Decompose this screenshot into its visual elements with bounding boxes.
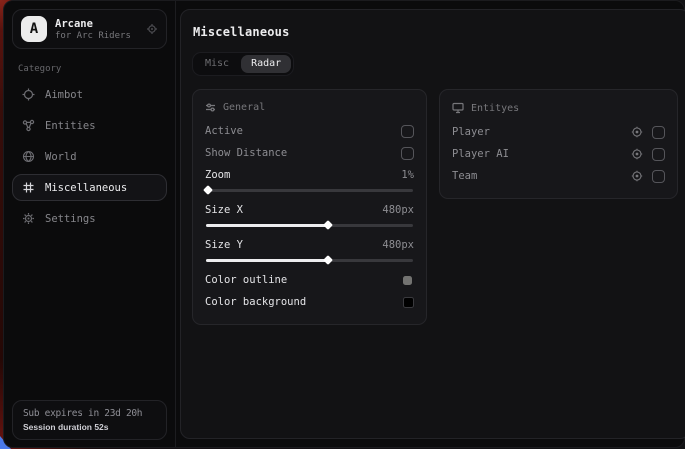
player-ai-label: Player AI [452, 148, 509, 160]
tab-misc[interactable]: Misc [195, 55, 239, 73]
entities-card: Entityes Player [439, 89, 678, 199]
player-gear-icon[interactable] [631, 126, 643, 138]
size-x-value: 480px [382, 204, 414, 216]
main-area: Miscellaneous Misc Radar Gene [176, 1, 685, 447]
card-title: General [223, 102, 265, 113]
monitor-icon [452, 102, 464, 114]
player-row: Player [452, 121, 665, 143]
size-y-slider-thumb[interactable] [323, 255, 333, 265]
size-y-slider[interactable] [206, 256, 413, 265]
color-background-row: Color background [205, 291, 414, 313]
sidebar: A Arcane for Arc Riders Category Aimbot [4, 1, 176, 447]
main-panel: Miscellaneous Misc Radar Gene [180, 9, 685, 439]
zoom-row: Zoom 1% [205, 164, 414, 186]
gear-icon [22, 212, 35, 225]
sidebar-item-world[interactable]: World [12, 143, 167, 170]
show-distance-label: Show Distance [205, 147, 287, 159]
globe-icon [22, 150, 35, 163]
team-row: Team [452, 165, 665, 187]
size-x-slider[interactable] [206, 221, 413, 230]
team-checkbox[interactable] [652, 170, 665, 183]
team-gear-icon[interactable] [631, 170, 643, 182]
grid-icon [22, 181, 35, 194]
sidebar-item-label: Entities [45, 120, 96, 132]
category-label: Category [18, 64, 161, 74]
sidebar-item-label: World [45, 151, 77, 163]
color-outline-row: Color outline [205, 269, 414, 291]
color-background-label: Color background [205, 296, 306, 308]
size-y-row: Size Y 480px [205, 234, 414, 256]
app-title: Arcane [55, 18, 131, 30]
size-x-slider-thumb[interactable] [323, 220, 333, 230]
sidebar-item-label: Miscellaneous [45, 182, 127, 194]
player-ai-gear-icon[interactable] [631, 148, 643, 160]
sub-expires-text: Sub expires in 23d 20h [23, 408, 156, 419]
show-distance-checkbox[interactable] [401, 147, 414, 160]
crosshair-icon [22, 88, 35, 101]
app-window: A Arcane for Arc Riders Category Aimbot [3, 0, 685, 448]
sidebar-item-label: Settings [45, 213, 96, 225]
player-ai-row: Player AI [452, 143, 665, 165]
active-label: Active [205, 125, 243, 137]
profile-gear-icon[interactable] [146, 23, 158, 35]
size-x-row: Size X 480px [205, 199, 414, 221]
player-ai-checkbox[interactable] [652, 148, 665, 161]
sidebar-item-entities[interactable]: Entities [12, 112, 167, 139]
size-y-value: 480px [382, 239, 414, 251]
show-distance-row: Show Distance [205, 142, 414, 164]
sidebar-item-settings[interactable]: Settings [12, 205, 167, 232]
zoom-slider[interactable] [206, 186, 413, 195]
sidebar-item-aimbot[interactable]: Aimbot [12, 81, 167, 108]
color-outline-swatch[interactable] [403, 276, 412, 285]
session-duration-text: Session duration 52s [23, 422, 156, 432]
sliders-icon [205, 102, 216, 113]
sidebar-item-label: Aimbot [45, 89, 83, 101]
page-title: Miscellaneous [193, 25, 678, 39]
app-logo: A [21, 16, 47, 42]
profile-card: A Arcane for Arc Riders [12, 9, 167, 49]
sidebar-item-miscellaneous[interactable]: Miscellaneous [12, 174, 167, 201]
nodes-icon [22, 119, 35, 132]
tab-radar[interactable]: Radar [241, 55, 291, 73]
player-label: Player [452, 126, 490, 138]
active-row: Active [205, 120, 414, 142]
color-outline-label: Color outline [205, 274, 287, 286]
general-card: General Active Show Distance Zoom 1% [192, 89, 427, 325]
tab-group: Misc Radar [192, 52, 294, 76]
card-title: Entityes [471, 103, 519, 114]
subscription-info-box: Sub expires in 23d 20h Session duration … [12, 400, 167, 440]
zoom-label: Zoom [205, 169, 230, 181]
size-y-label: Size Y [205, 239, 243, 251]
team-label: Team [452, 170, 477, 182]
active-checkbox[interactable] [401, 125, 414, 138]
zoom-value: 1% [401, 169, 414, 181]
size-x-label: Size X [205, 204, 243, 216]
player-checkbox[interactable] [652, 126, 665, 139]
app-subtitle: for Arc Riders [55, 31, 131, 41]
color-background-swatch[interactable] [403, 297, 414, 308]
zoom-slider-thumb[interactable] [203, 185, 213, 195]
